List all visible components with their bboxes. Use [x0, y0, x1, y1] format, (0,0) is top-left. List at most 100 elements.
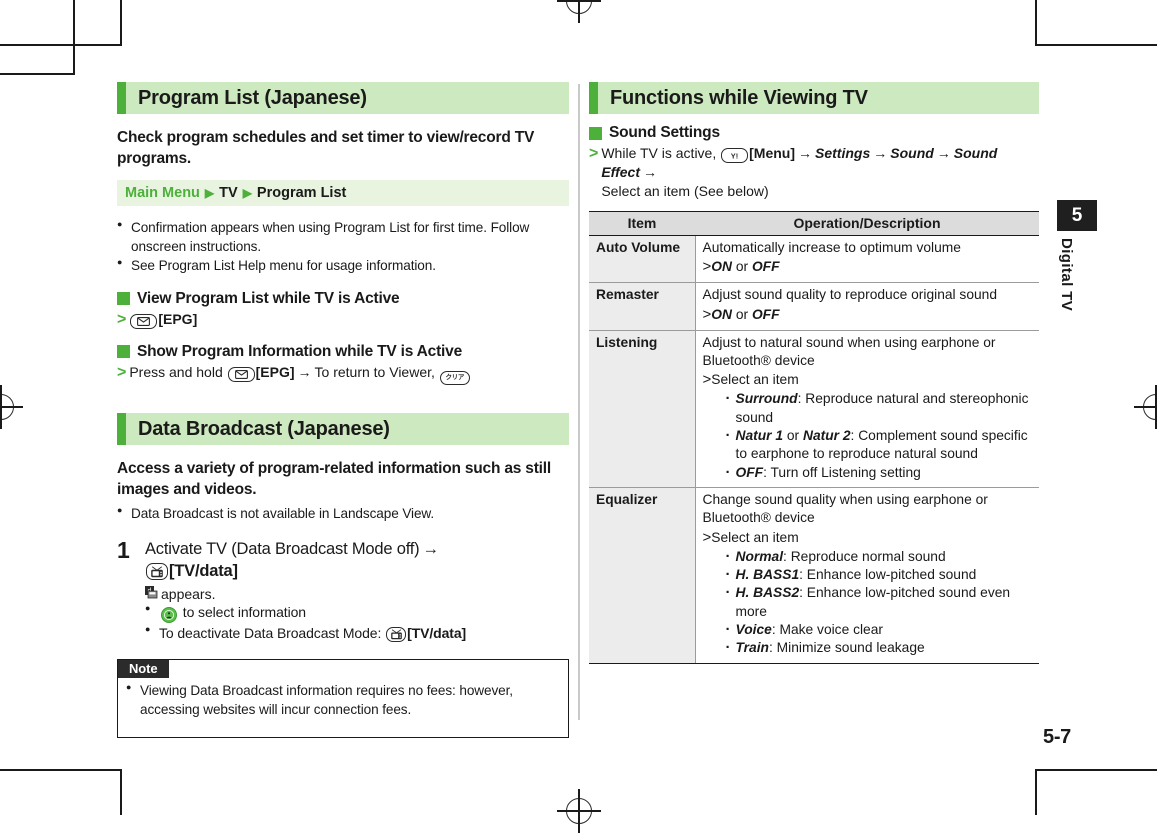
arrow-glyph: → — [297, 363, 312, 380]
crop-mark-top-left-h — [0, 73, 75, 75]
option-on: ON — [711, 259, 732, 275]
tv-key-icon-2[interactable] — [386, 627, 407, 643]
list-item: H. BASS1: Enhance low-pitched sound — [725, 565, 1037, 585]
subheading-label-3: Sound Settings — [609, 124, 720, 141]
table-row: Listening Adjust to natural sound when u… — [589, 330, 1039, 489]
crop-mark-top-left-v2 — [120, 0, 122, 46]
green-square-icon-2 — [117, 345, 130, 359]
operation-line-view-program-list: > [EPG] — [117, 310, 569, 329]
step-text: Activate TV (Data Broadcast Mode off) — [145, 539, 420, 558]
row-desc-remaster: Adjust sound quality to reproduce origin… — [702, 287, 998, 303]
note-items: Viewing Data Broadcast information requi… — [126, 681, 560, 719]
section-header-functions-viewing-tv: Functions while Viewing TV — [589, 82, 1039, 114]
menu-path-root: Main Menu — [125, 185, 200, 202]
row-select-equalizer: >Select an item — [703, 528, 1037, 548]
menu-key-label: [Menu] — [749, 145, 796, 161]
table-row: Remaster Adjust sound quality to reprodu… — [589, 282, 1039, 331]
subitem-name-natur1: Natur 1 — [735, 427, 784, 443]
center-nav-key-icon[interactable] — [161, 607, 177, 624]
subheading-label: View Program List while TV is Active — [137, 289, 400, 307]
note-box: Note Viewing Data Broadcast information … — [117, 659, 569, 739]
list-item: to select information — [145, 602, 569, 624]
column-header-operation: Operation/Description — [695, 211, 1039, 237]
operation-line-show-program-info: > Press and hold [EPG] → To return to View… — [117, 363, 569, 386]
green-square-icon-3 — [589, 126, 602, 140]
tvdata-key-label: [TV/data] — [169, 561, 238, 580]
envelope-key-icon[interactable] — [130, 313, 158, 329]
arrow-glyph-5: → — [936, 145, 951, 161]
program-list-lead: Check program schedules and set timer to… — [117, 129, 535, 167]
list-item: Natur 1 or Natur 2: Complement sound spe… — [725, 426, 1037, 464]
epg-key-label-2: [EPG] — [255, 363, 295, 380]
list-item: Train: Minimize sound leakage — [725, 638, 1037, 658]
program-list-bullets: Confirmation appears when using Program … — [117, 218, 569, 275]
subitem-conj: or — [783, 427, 803, 443]
nav-select-text: to select information — [182, 604, 306, 621]
list-item: H. BASS2: Enhance low-pitched sound even… — [725, 583, 1037, 621]
svg-text:Y!: Y! — [731, 151, 738, 160]
select-item-text: Select an item (See below) — [601, 183, 769, 200]
section-accent-bar-2 — [117, 413, 126, 446]
column-divider — [578, 84, 580, 720]
subheading-sound-settings: Sound Settings — [589, 124, 1039, 142]
arrow-glyph-3: → — [798, 145, 813, 161]
left-column: Program List (Japanese) Check program sc… — [117, 82, 569, 739]
arrow-glyph-6: → — [643, 164, 657, 181]
subitem-name-train: Train — [735, 640, 769, 656]
column-header-item: Item — [589, 211, 695, 237]
list-item: See Program List Help menu for usage inf… — [117, 256, 569, 275]
arrow-glyph-4: → — [873, 145, 888, 161]
manual-page: Program List (Japanese) Check program sc… — [0, 0, 1157, 833]
press-hold-prefix: Press and hold — [129, 363, 223, 380]
green-square-icon — [117, 292, 130, 306]
operation-arrow-icon-7: > — [702, 528, 712, 546]
table-row: Equalizer Change sound quality when usin… — [589, 487, 1039, 664]
table-row: Auto Volume Automatically increase to op… — [589, 235, 1039, 284]
section-title: Program List (Japanese) — [138, 86, 367, 109]
option-off: OFF — [751, 259, 780, 275]
row-select-listening: >Select an item — [703, 370, 1037, 390]
subitem-text-normal: : Reproduce normal sound — [783, 548, 946, 564]
list-item: Normal: Reproduce normal sound — [725, 547, 1037, 567]
subheading-label-2: Show Program Information while TV is Act… — [137, 342, 462, 360]
table-header-row: Item Operation/Description — [589, 211, 1039, 237]
crop-mark-top-left-h2 — [0, 44, 122, 46]
section-title-3: Functions while Viewing TV — [610, 86, 868, 109]
operation-arrow-icon-3: > — [589, 145, 599, 162]
menu-path-step2: Program List — [256, 185, 347, 202]
subitem-name-normal: Normal — [735, 548, 784, 564]
row-desc-listening: Adjust to natural sound when using earph… — [702, 334, 996, 368]
menu-path-step1: TV — [219, 185, 238, 202]
select-item-label: Select an item — [711, 372, 799, 388]
operation-arrow-icon: > — [117, 310, 127, 328]
yahoo-menu-key-icon[interactable]: Y! — [721, 148, 749, 163]
operation-arrow-icon-6: > — [702, 371, 712, 389]
data-broadcast-indicator-line: d appears. — [145, 586, 569, 602]
while-tv-active-text: While TV is active, — [601, 145, 717, 161]
right-column: Functions while Viewing TV Sound Setting… — [589, 82, 1039, 664]
option-conj: or — [735, 259, 749, 275]
row-item-remaster: Remaster — [589, 282, 696, 331]
step-1-details: d appears. to select information To deac… — [145, 586, 569, 643]
clear-key-icon[interactable]: クリア — [439, 371, 470, 386]
envelope-key-icon-2[interactable] — [227, 366, 255, 382]
crop-mark-bottom-left-h — [0, 769, 122, 771]
menu-path-sound: Sound — [890, 145, 934, 161]
subheading-show-program-info: Show Program Information while TV is Act… — [117, 343, 569, 361]
menu-path-bar: Main Menu ▶ TV ▶ Program List — [117, 180, 569, 207]
listening-subitems: Surround: Reproduce natural and stereoph… — [703, 389, 1037, 483]
row-desc-equalizer: Change sound quality when using earphone… — [702, 492, 988, 526]
row-item-auto-volume: Auto Volume — [589, 235, 696, 284]
operation-line-sound-settings: > While TV is active, Y! [Menu] → Settings… — [589, 144, 1039, 201]
menu-path-settings: Settings — [815, 145, 871, 161]
return-viewer-text: To return to Viewer, — [314, 363, 435, 380]
subitem-name-voice: Voice — [735, 622, 772, 637]
crop-mark-top-right-v — [1035, 0, 1037, 46]
list-item: Surround: Reproduce natural and stereoph… — [725, 389, 1037, 427]
section-header-program-list: Program List (Japanese) — [117, 82, 569, 114]
tv-key-icon[interactable] — [146, 563, 168, 581]
option-on-2: ON — [711, 306, 732, 322]
section-header-data-broadcast: Data Broadcast (Japanese) — [117, 413, 569, 446]
row-options-auto-volume: >ON or OFF — [703, 257, 1037, 277]
subitem-name-natur2: Natur 2 — [802, 427, 851, 443]
